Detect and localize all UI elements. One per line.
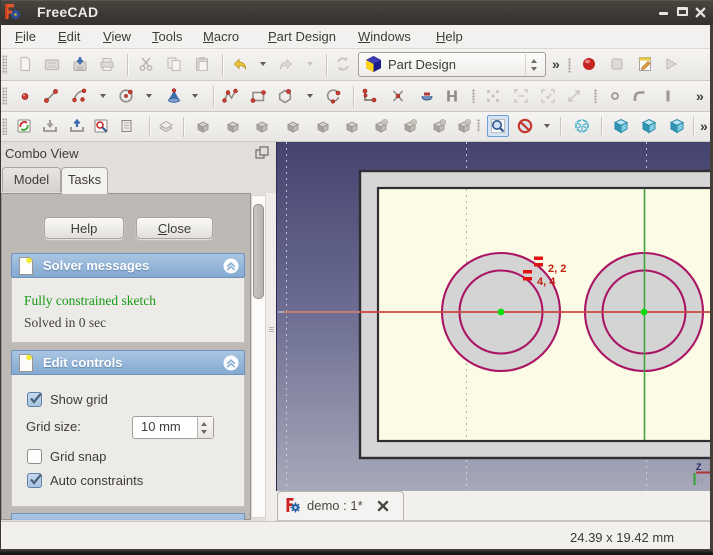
svg-text:4, 4: 4, 4 xyxy=(537,276,556,288)
svg-text:Z: Z xyxy=(696,462,702,472)
svg-text:2, 2: 2, 2 xyxy=(548,263,566,275)
svg-text:Y: Y xyxy=(699,476,705,486)
